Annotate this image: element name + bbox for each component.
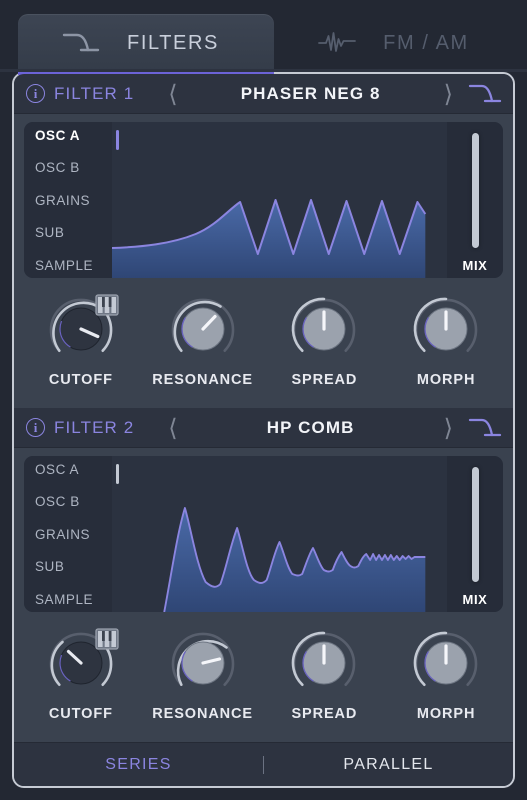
source-item-osc-b[interactable]: OSC B bbox=[35, 161, 112, 175]
filter-2-cutoff-knob-cell: CUTOFF bbox=[20, 626, 142, 722]
filter-1-title: FILTER 1 bbox=[54, 83, 135, 103]
filter-2-morph-knob-cell: MORPH bbox=[385, 626, 507, 722]
filter-1-header: i FILTER 1 ⟨ PHASER NEG 8 ⟩ bbox=[14, 74, 513, 114]
filter-1-cutoff-knob-cell: CUTOFF bbox=[20, 292, 142, 388]
filter-2-section: i FILTER 2 ⟨ HP COMB ⟩ OSC A OSC B GRAIN… bbox=[14, 408, 513, 742]
filter-1-preset-name[interactable]: PHASER NEG 8 bbox=[186, 84, 436, 104]
filter-2-response-plot[interactable] bbox=[112, 456, 447, 612]
filter-2-resonance-knob[interactable] bbox=[166, 626, 240, 700]
filter-2-resonance-label: RESONANCE bbox=[152, 706, 253, 722]
filter-2-spread-label: SPREAD bbox=[291, 706, 358, 722]
filter-slope-icon[interactable] bbox=[467, 81, 503, 107]
tab-filters-label: FILTERS bbox=[127, 31, 219, 54]
filter-1-knob-row: CUTOFF RESONANCE SPREAD MORPH bbox=[14, 284, 513, 408]
source-item-osc-a[interactable]: OSC A bbox=[35, 463, 112, 477]
filter-1-morph-knob[interactable] bbox=[409, 292, 483, 366]
source-item-osc-b[interactable]: OSC B bbox=[35, 495, 112, 509]
filter-1-cutoff-label: CUTOFF bbox=[48, 372, 113, 388]
routing-bar: SERIES PARALLEL bbox=[14, 742, 513, 786]
source-item-osc-a[interactable]: OSC A bbox=[35, 129, 112, 143]
filter-1-section: i FILTER 1 ⟨ PHASER NEG 8 ⟩ OSC A OSC B … bbox=[14, 74, 513, 408]
filter-2-mix-track[interactable] bbox=[471, 467, 479, 582]
filter-2-spread-knob-cell: SPREAD bbox=[264, 626, 386, 722]
filter-2-morph-knob[interactable] bbox=[409, 626, 483, 700]
filter-2-preset-name[interactable]: HP COMB bbox=[186, 418, 436, 438]
filter-2-title: FILTER 2 bbox=[54, 417, 135, 437]
filter-2-header: i FILTER 2 ⟨ HP COMB ⟩ bbox=[14, 408, 513, 448]
filter-1-mix-label: MIX bbox=[462, 258, 488, 273]
filter-1-source-list: OSC A OSC B GRAINS SUB SAMPLE bbox=[24, 122, 112, 278]
tab-underline bbox=[0, 69, 527, 72]
routing-parallel-button[interactable]: PARALLEL bbox=[264, 756, 513, 774]
filter-1-morph-label: MORPH bbox=[416, 372, 476, 388]
tab-filters[interactable]: FILTERS bbox=[18, 14, 274, 75]
filter-1-spread-knob[interactable] bbox=[287, 292, 361, 366]
filter-1-resonance-knob[interactable] bbox=[166, 292, 240, 366]
filter-2-graph-area: OSC A OSC B GRAINS SUB SAMPLE MIX bbox=[14, 448, 513, 618]
filter-1-mix-track[interactable] bbox=[471, 133, 479, 248]
filter-1-spread-knob-cell: SPREAD bbox=[264, 292, 386, 388]
filter-2-spread-knob[interactable] bbox=[287, 626, 361, 700]
top-tab-bar: FILTERS FM / AM bbox=[0, 0, 527, 75]
filter-1-morph-knob-cell: MORPH bbox=[385, 292, 507, 388]
tab-fm-am-label: FM / AM bbox=[383, 31, 469, 54]
info-circle-icon[interactable]: i bbox=[26, 418, 45, 437]
source-item-sample[interactable]: SAMPLE bbox=[35, 592, 112, 607]
filter-2-mix-slider[interactable]: MIX bbox=[447, 456, 503, 612]
filter-2-source-list: OSC A OSC B GRAINS SUB SAMPLE bbox=[24, 456, 112, 612]
filter-1-prev-preset-button[interactable]: ⟨ bbox=[160, 82, 185, 106]
filter-1-resonance-label: RESONANCE bbox=[152, 372, 253, 388]
filter-1-graph-area: OSC A OSC B GRAINS SUB SAMPLE MIX bbox=[14, 114, 513, 284]
filter-1-spread-label: SPREAD bbox=[291, 372, 358, 388]
info-circle-icon[interactable]: i bbox=[26, 84, 45, 103]
source-item-sub[interactable]: SUB bbox=[35, 226, 112, 240]
piano-keys-icon[interactable] bbox=[95, 294, 119, 316]
filter-2-knob-row: CUTOFF RESONANCE SPREAD MORPH bbox=[14, 618, 513, 742]
filter-1-response-plot[interactable] bbox=[112, 122, 447, 278]
filter-2-resonance-knob-cell: RESONANCE bbox=[142, 626, 264, 722]
filter-2-graph[interactable]: OSC A OSC B GRAINS SUB SAMPLE MIX bbox=[24, 456, 503, 612]
filter-1-mix-slider[interactable]: MIX bbox=[447, 122, 503, 278]
filter-slope-icon[interactable] bbox=[467, 415, 503, 441]
filter-2-mix-label: MIX bbox=[462, 592, 488, 607]
filter-1-next-preset-button[interactable]: ⟩ bbox=[436, 82, 461, 106]
source-item-grains[interactable]: GRAINS bbox=[35, 528, 112, 542]
routing-series-button[interactable]: SERIES bbox=[14, 756, 263, 774]
filter-2-next-preset-button[interactable]: ⟩ bbox=[436, 416, 461, 440]
tab-fm-am[interactable]: FM / AM bbox=[274, 14, 524, 72]
lowpass-slope-icon bbox=[61, 30, 101, 56]
filter-1-graph[interactable]: OSC A OSC B GRAINS SUB SAMPLE MIX bbox=[24, 122, 503, 278]
waveform-pulse-icon bbox=[317, 30, 357, 56]
filter-1-resonance-knob-cell: RESONANCE bbox=[142, 292, 264, 388]
filter-2-prev-preset-button[interactable]: ⟨ bbox=[160, 416, 185, 440]
source-item-sub[interactable]: SUB bbox=[35, 560, 112, 574]
source-item-grains[interactable]: GRAINS bbox=[35, 194, 112, 208]
filter-2-morph-label: MORPH bbox=[416, 706, 476, 722]
piano-keys-icon[interactable] bbox=[95, 628, 119, 650]
source-item-sample[interactable]: SAMPLE bbox=[35, 258, 112, 273]
filters-panel: i FILTER 1 ⟨ PHASER NEG 8 ⟩ OSC A OSC B … bbox=[12, 72, 515, 788]
filter-2-cutoff-label: CUTOFF bbox=[48, 706, 113, 722]
